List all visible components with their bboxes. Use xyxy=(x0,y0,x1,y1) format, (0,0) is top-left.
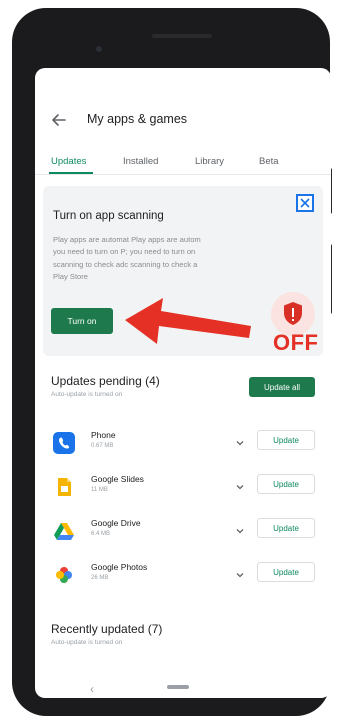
chevron-down-icon[interactable] xyxy=(235,570,245,580)
phone-icon xyxy=(53,432,75,454)
tab-library[interactable]: Library xyxy=(195,156,224,167)
app-name: Google Slides xyxy=(91,474,144,484)
nav-back-button[interactable]: ‹ xyxy=(90,682,94,696)
tab-updates[interactable]: Updates xyxy=(51,156,86,167)
update-button[interactable]: Update xyxy=(257,562,315,582)
update-button[interactable]: Update xyxy=(257,430,315,450)
updates-pending-title: Updates pending (4) xyxy=(51,374,160,388)
chevron-down-icon[interactable] xyxy=(235,526,245,536)
tab-beta[interactable]: Beta xyxy=(259,156,279,167)
card-title: Turn on app scanning xyxy=(53,210,164,222)
off-annotation: OFF xyxy=(273,330,319,355)
page-title: My apps & games xyxy=(87,112,188,126)
chevron-down-icon[interactable] xyxy=(235,438,245,448)
annotation-arrow xyxy=(125,298,251,344)
arrow-left-icon[interactable] xyxy=(49,110,69,130)
google-drive-icon xyxy=(54,523,74,540)
list-item[interactable]: Google Photos 26 MB Update xyxy=(35,556,331,600)
update-button[interactable]: Update xyxy=(257,474,315,494)
turn-on-button[interactable]: Turn on xyxy=(51,308,113,334)
app-name: Phone xyxy=(91,430,116,440)
card-description: Play apps are automat Play apps are auto… xyxy=(53,235,201,282)
list-item[interactable]: Phone 0.67 MB Update xyxy=(35,424,331,468)
updates-pending-subtitle: Auto-update is turned on xyxy=(51,391,123,398)
app-size: 6.4 MB xyxy=(91,531,111,537)
google-slides-icon xyxy=(58,478,71,496)
list-item[interactable]: Google Drive 6.4 MB Update xyxy=(35,512,331,556)
tab-divider xyxy=(35,174,331,175)
recently-updated-title: Recently updated (7) xyxy=(51,622,163,636)
app-size: 26 MB xyxy=(91,575,109,581)
close-button[interactable] xyxy=(296,194,314,212)
list-item[interactable]: Google Slides 11 MB Update xyxy=(35,468,331,512)
tab-installed[interactable]: Installed xyxy=(123,156,158,167)
app-size: 0.67 MB xyxy=(91,443,114,449)
front-camera xyxy=(96,46,102,52)
google-photos-icon xyxy=(56,567,72,583)
chevron-down-icon[interactable] xyxy=(235,482,245,492)
app-name: Google Photos xyxy=(91,562,148,572)
update-button[interactable]: Update xyxy=(257,518,315,538)
close-icon xyxy=(300,198,310,208)
update-all-button[interactable]: Update all xyxy=(249,377,315,397)
recently-updated-subtitle: Auto-update is turned on xyxy=(51,639,123,646)
phone-frame: My apps & games Updates Installed Librar… xyxy=(12,8,332,716)
speaker-grille xyxy=(152,34,212,38)
screen: My apps & games Updates Installed Librar… xyxy=(35,68,331,698)
app-size: 11 MB xyxy=(91,487,108,493)
nav-home-button[interactable] xyxy=(167,685,189,689)
app-name: Google Drive xyxy=(91,518,141,528)
